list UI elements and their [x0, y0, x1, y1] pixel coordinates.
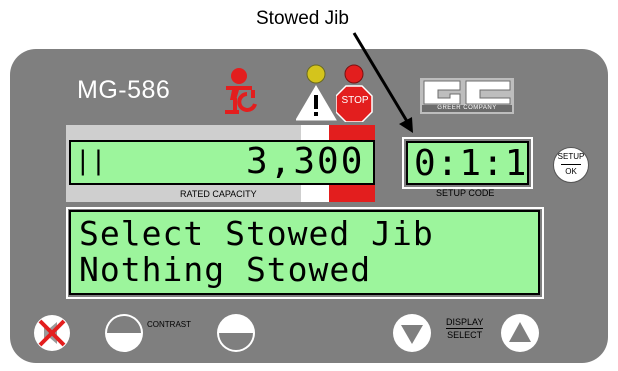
contrast-decrease-button[interactable] [104, 313, 144, 353]
main-display: Select Stowed Jib Nothing Stowed [69, 210, 540, 295]
main-display-line2: Nothing Stowed [79, 250, 372, 289]
setup-ok-button[interactable]: SETUP OK [553, 147, 589, 183]
display-select-label: DISPLAY SELECT [446, 316, 484, 341]
display-select-up-button[interactable] [500, 313, 540, 353]
stop-label: STOP [341, 95, 369, 106]
callout-label: Stowed Jib [256, 8, 349, 29]
setup-ok-divider [561, 164, 581, 165]
setup-ok-top-label: SETUP [557, 152, 585, 161]
display-label: DISPLAY [446, 317, 484, 329]
logo-text: GREER COMPANY [437, 105, 497, 111]
rated-capacity-label: RATED CAPACITY [180, 189, 257, 199]
mute-alarm-button[interactable] [32, 313, 72, 353]
setup-code-display: 0:1:1 [406, 141, 529, 185]
rated-capacity-value: 3,300 [246, 141, 365, 182]
capacity-bar-indicator: || [75, 146, 107, 176]
setup-code-value: 0:1:1 [414, 143, 528, 184]
warning-icon [296, 64, 337, 121]
contrast-label: CONTRAST [147, 320, 191, 329]
setup-ok-bottom-label: OK [565, 167, 577, 176]
display-select-down-button[interactable] [392, 313, 432, 353]
anti-two-block-icon [225, 68, 257, 114]
stop-light-icon [336, 64, 373, 122]
setup-code-label: SETUP CODE [436, 188, 495, 198]
select-label: SELECT [447, 330, 483, 340]
model-label: MG-586 [77, 76, 171, 104]
main-display-line1: Select Stowed Jib [79, 214, 434, 253]
contrast-increase-button[interactable] [216, 313, 256, 353]
